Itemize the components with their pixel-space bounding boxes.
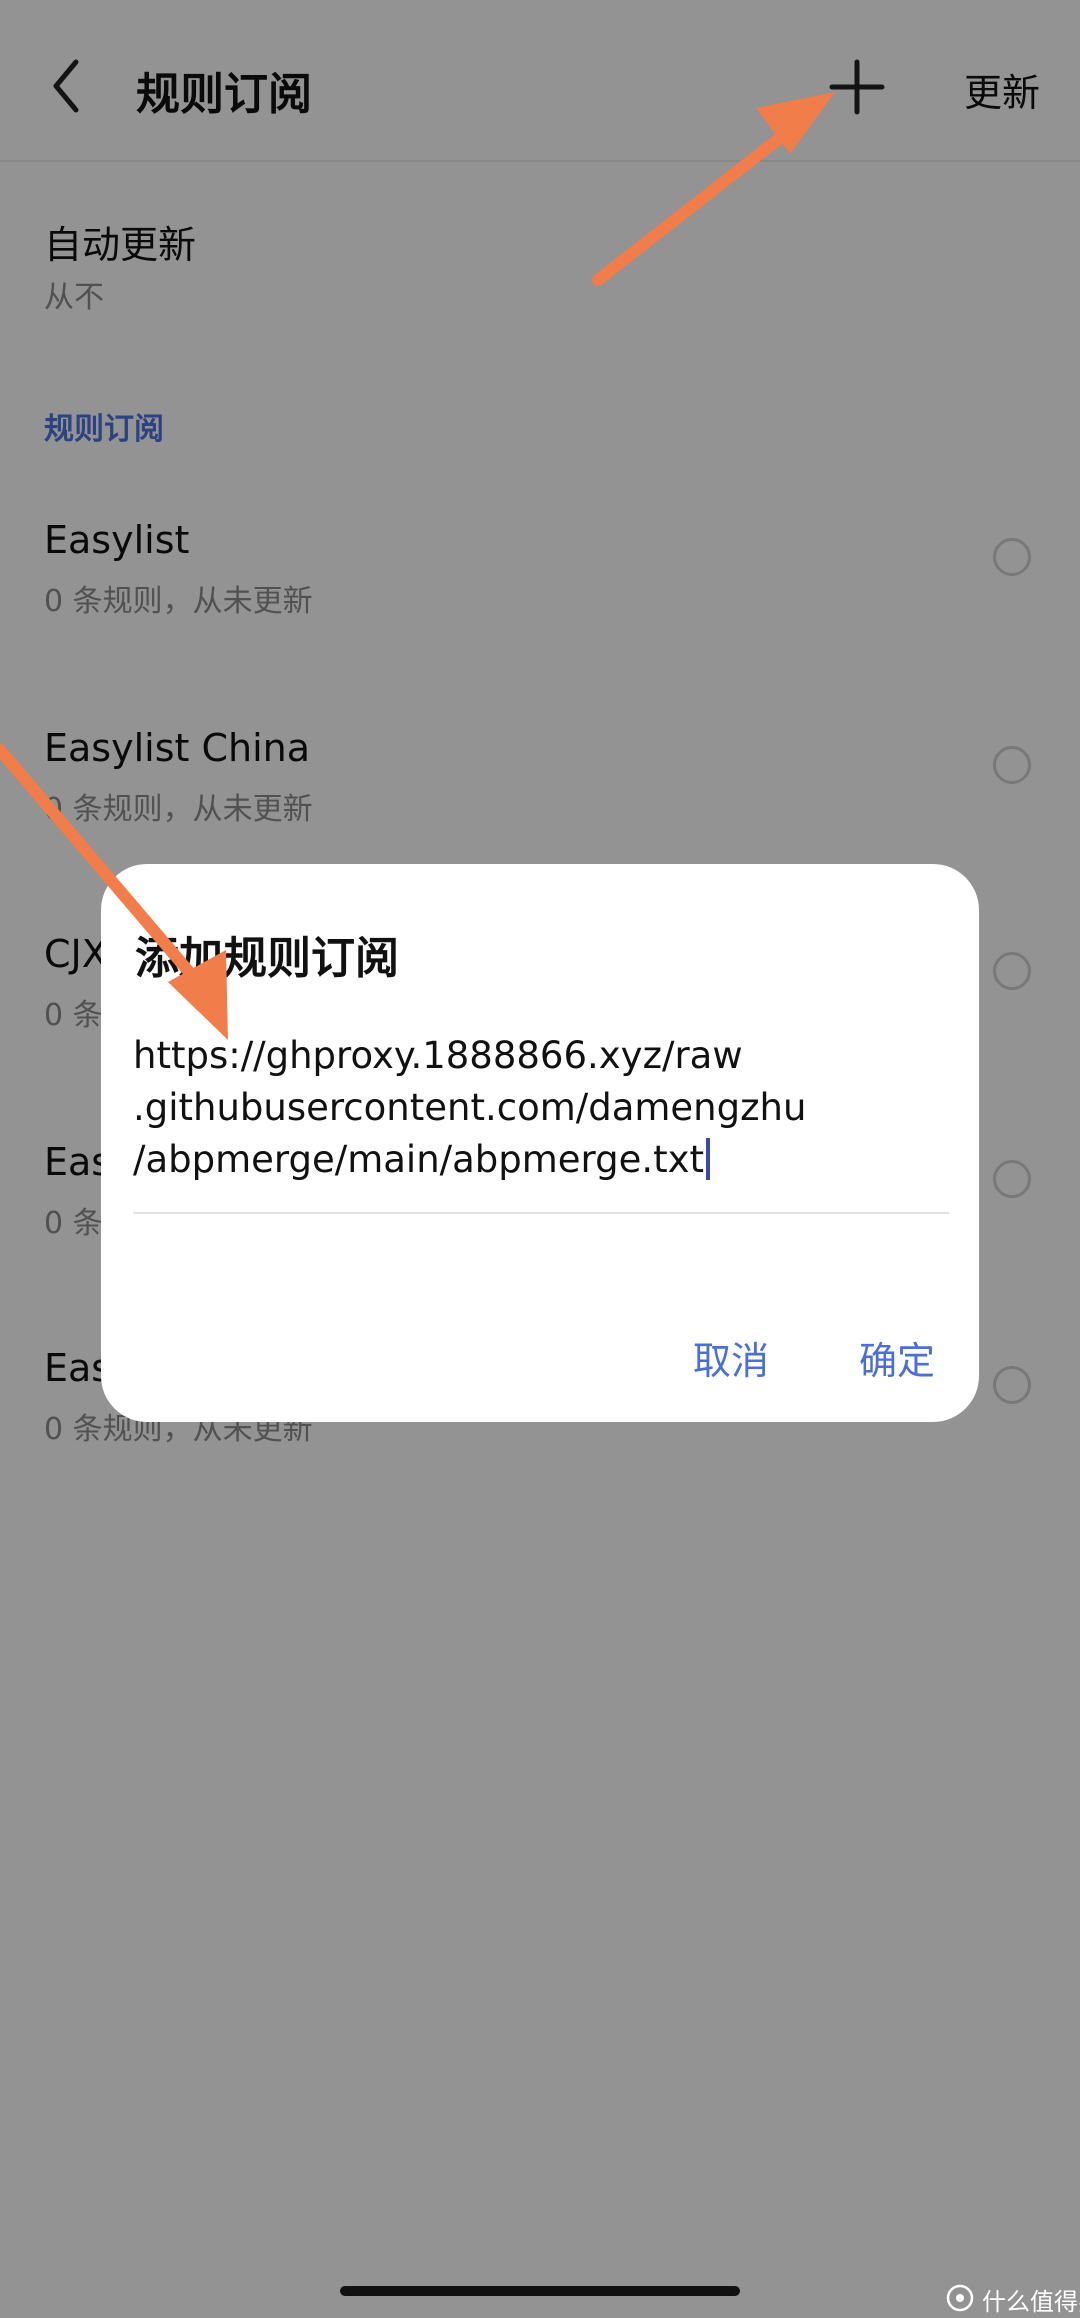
annotation-arrow-to-add <box>592 92 835 286</box>
watermark-text: 什么值得买 <box>982 2288 1080 2316</box>
home-indicator[interactable] <box>340 2286 740 2296</box>
annotation-arrows <box>0 92 835 1040</box>
annotation-arrow-to-input <box>0 744 228 1040</box>
smzdm-logo-icon <box>946 2284 974 2312</box>
